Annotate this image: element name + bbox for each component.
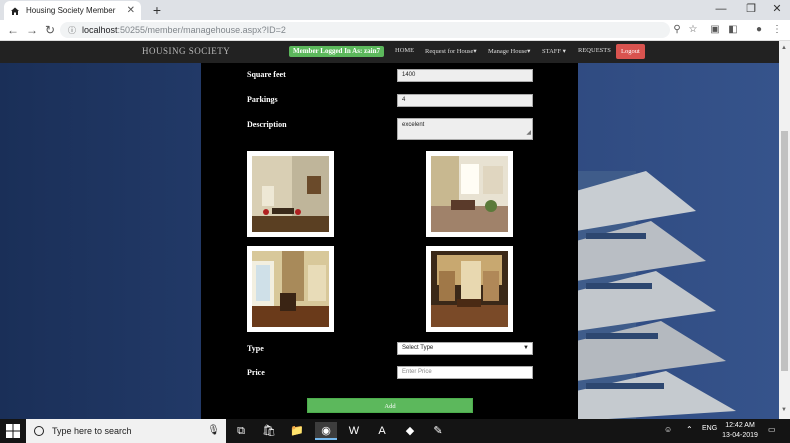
- show-hidden-icons-icon[interactable]: ⌃: [686, 425, 693, 434]
- bookmark-star-icon[interactable]: ☆: [686, 23, 700, 37]
- house-photo: [252, 156, 329, 232]
- minimize-button[interactable]: —: [706, 0, 736, 20]
- description-label: Description: [247, 120, 287, 129]
- microphone-icon[interactable]: 🎙: [207, 425, 220, 436]
- type-selected-value: Select Type: [402, 345, 434, 351]
- house-image-1[interactable]: [247, 151, 334, 237]
- type-label: Type: [247, 344, 264, 353]
- search-page-icon[interactable]: ⚲: [670, 23, 684, 37]
- nav-staff[interactable]: STAFF ▾: [542, 47, 566, 55]
- url-bar[interactable]: ⓘ localhost:50255/member/managehouse.asp…: [60, 22, 670, 38]
- parkings-label: Parkings: [247, 95, 278, 104]
- price-label: Price: [247, 368, 265, 377]
- url-path: :50255/member/managehouse.aspx?ID=2: [117, 25, 286, 35]
- scroll-up-icon[interactable]: ▲: [781, 45, 787, 51]
- file-explorer-icon[interactable]: 📁: [286, 422, 308, 440]
- add-button[interactable]: Add: [307, 398, 473, 413]
- square-feet-input[interactable]: 1400: [397, 69, 533, 82]
- price-input[interactable]: Enter Price: [397, 366, 533, 379]
- nav-request-for-house[interactable]: Request for House▾: [425, 47, 477, 55]
- price-placeholder: Enter Price: [402, 369, 432, 375]
- back-icon[interactable]: ←: [5, 22, 21, 38]
- description-textarea[interactable]: excelent ◢: [397, 118, 533, 140]
- taskbar-clock[interactable]: 12:42 AM 13-04-2019: [718, 421, 762, 441]
- site-brand[interactable]: HOUSING SOCIETY: [142, 46, 230, 56]
- nav-manage-house[interactable]: Manage House▾: [488, 47, 530, 55]
- profile-avatar-icon[interactable]: ●: [752, 23, 766, 37]
- nav-requests[interactable]: REQUESTS: [578, 47, 611, 54]
- chevron-down-icon: ▼: [523, 345, 529, 351]
- chrome-icon[interactable]: ◉: [315, 422, 337, 440]
- house-photo: [431, 156, 508, 232]
- logout-button[interactable]: Logout: [616, 44, 645, 59]
- browser-tab[interactable]: Housing Society Member ✕: [4, 1, 141, 20]
- type-select[interactable]: Select Type ▼: [397, 342, 533, 355]
- building-background: [576, 171, 736, 419]
- windows-start-icon[interactable]: [6, 424, 20, 438]
- info-icon[interactable]: ⓘ: [68, 25, 76, 36]
- word-icon[interactable]: W: [343, 422, 365, 440]
- taskbar-search-box[interactable]: Type here to search 🎙: [26, 419, 226, 443]
- url-host: localhost: [82, 25, 118, 35]
- address-toolbar: ← → ↻ ⓘ localhost:50255/member/managehou…: [0, 20, 790, 41]
- forward-icon[interactable]: →: [24, 22, 40, 38]
- house-image-4[interactable]: [426, 246, 513, 332]
- house-image-2[interactable]: [426, 151, 513, 237]
- taskbar-search-placeholder: Type here to search: [52, 426, 132, 436]
- cortana-icon: [34, 426, 44, 436]
- logged-in-badge: Member Logged In As: zain7: [289, 46, 384, 57]
- tab-title: Housing Society Member: [26, 6, 116, 15]
- windows-taskbar: Type here to search 🎙 ⧉ 🛍 📁 ◉ W A ◆ ✎ ☺ …: [0, 419, 790, 443]
- language-indicator[interactable]: ENG: [702, 425, 717, 432]
- clock-date: 13-04-2019: [722, 432, 758, 439]
- manage-house-form: Square feet 1400 Parkings 4 Description …: [201, 63, 578, 419]
- app-icon[interactable]: ✎: [427, 422, 449, 440]
- close-window-button[interactable]: ✕: [762, 0, 790, 20]
- people-icon[interactable]: ☺: [664, 425, 672, 434]
- scrollbar[interactable]: ▲ ▼: [779, 41, 790, 419]
- resize-handle-icon[interactable]: ◢: [526, 127, 531, 139]
- browser-tabstrip: Housing Society Member ✕ + — ❐ ✕: [0, 0, 790, 20]
- task-view-icon[interactable]: ⧉: [230, 422, 252, 440]
- scroll-down-icon[interactable]: ▼: [781, 407, 787, 413]
- extension-icon[interactable]: ▣: [708, 23, 722, 37]
- house-photo: [431, 251, 508, 327]
- reload-icon[interactable]: ↻: [42, 22, 58, 38]
- clock-time: 12:42 AM: [725, 422, 755, 429]
- acrobat-icon[interactable]: A: [371, 422, 393, 440]
- notifications-icon[interactable]: ▭: [768, 425, 776, 434]
- site-navbar: HOUSING SOCIETY Member Logged In As: zai…: [0, 41, 790, 63]
- store-icon[interactable]: 🛍: [258, 422, 280, 440]
- web-page: HOUSING SOCIETY Member Logged In As: zai…: [0, 41, 790, 419]
- new-tab-button[interactable]: +: [150, 2, 164, 18]
- house-image-3[interactable]: [247, 246, 334, 332]
- pdf-extension-icon[interactable]: ◧: [726, 23, 740, 37]
- tab-close-icon[interactable]: ✕: [127, 5, 135, 16]
- house-photo: [252, 251, 329, 327]
- scrollbar-thumb[interactable]: [781, 131, 788, 371]
- description-text: excelent: [402, 122, 425, 128]
- square-feet-label: Square feet: [247, 70, 286, 79]
- parkings-input[interactable]: 4: [397, 94, 533, 107]
- menu-kebab-icon[interactable]: ⋮: [770, 23, 784, 37]
- visual-studio-icon[interactable]: ◆: [399, 422, 421, 440]
- nav-home[interactable]: HOME: [395, 47, 414, 54]
- home-icon: [10, 6, 20, 16]
